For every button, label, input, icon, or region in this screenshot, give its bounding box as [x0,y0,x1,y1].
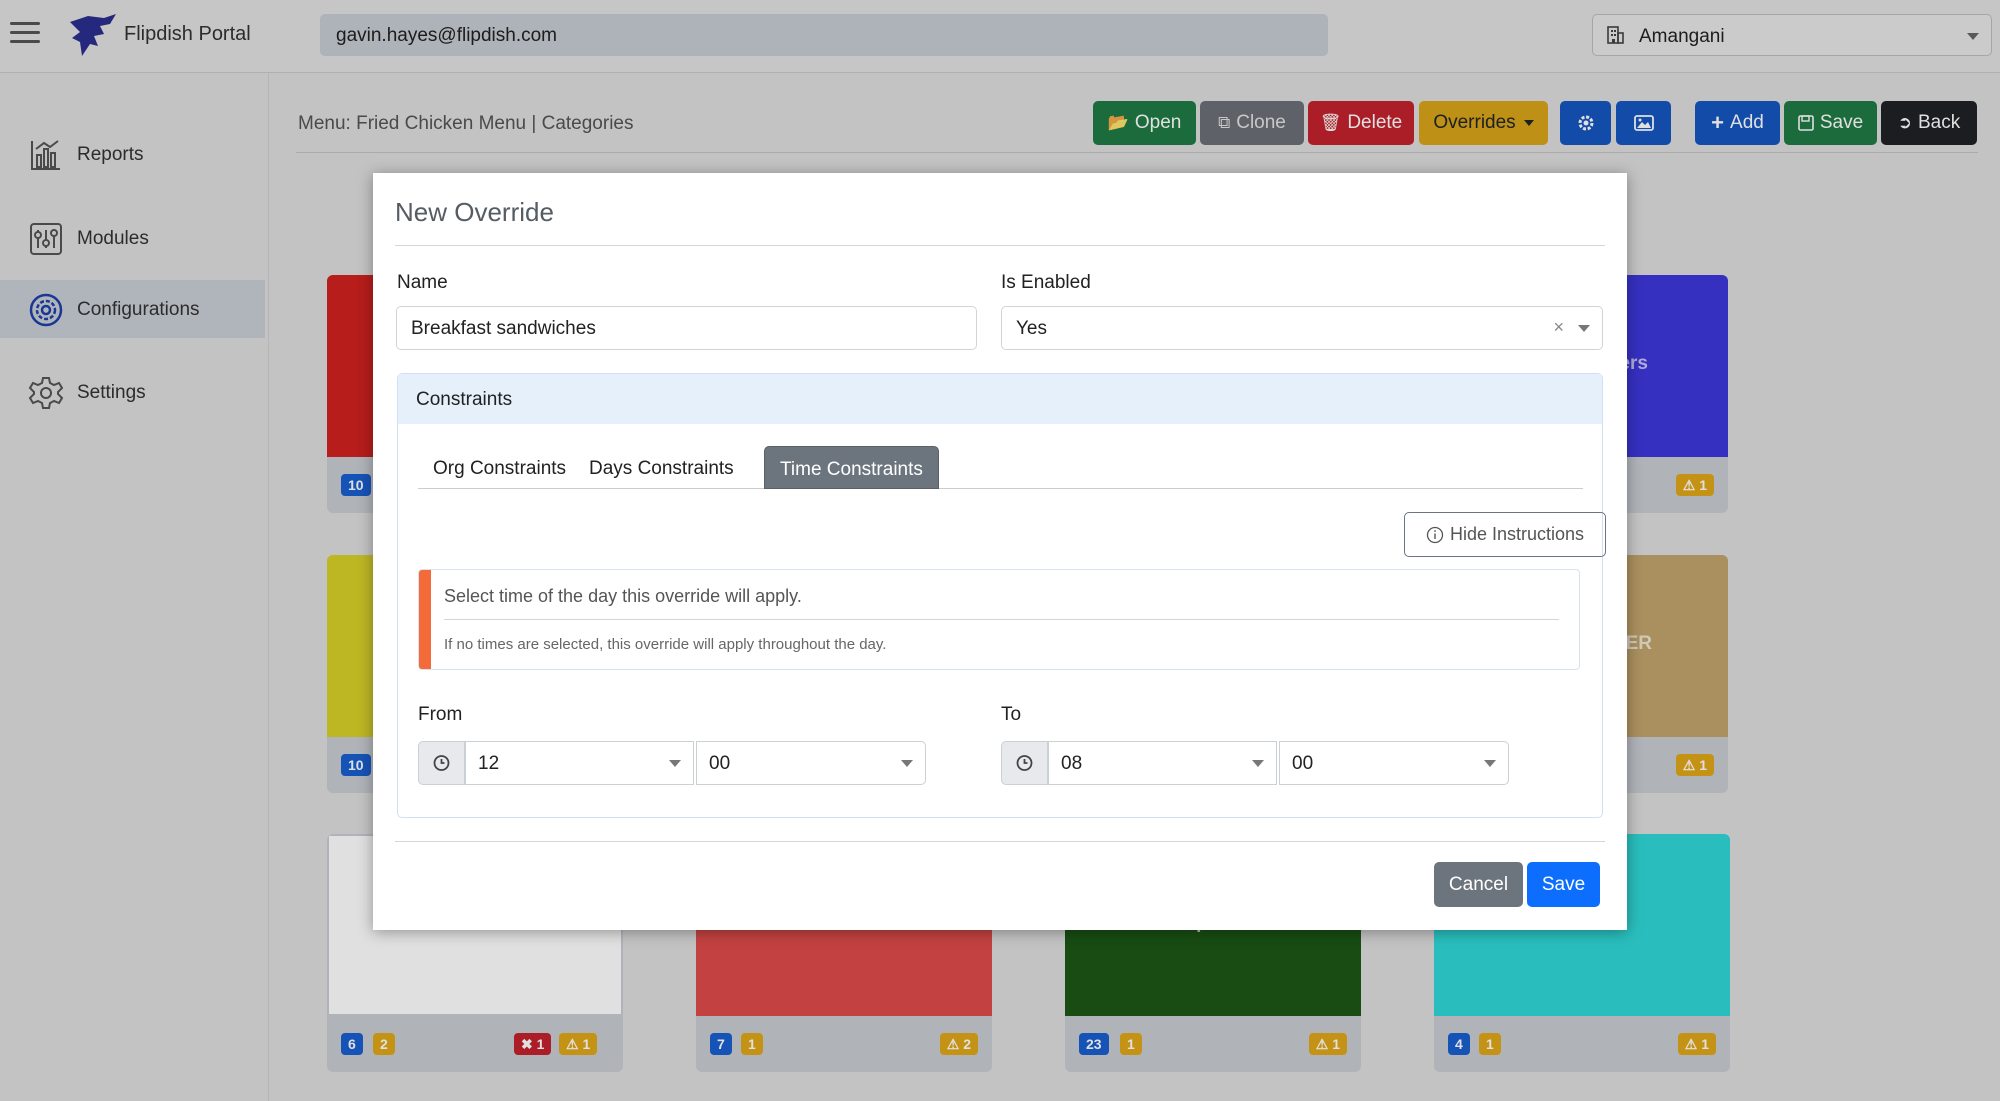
modal-footer-divider [395,841,1605,842]
from-label: From [418,704,463,725]
instructions-accent [419,570,431,669]
clock-icon [1001,741,1048,785]
cancel-button[interactable]: Cancel [1434,862,1523,907]
to-minute-value: 00 [1292,753,1314,774]
instruction-sub: If no times are selected, this override … [444,636,887,653]
instruction-main: Select time of the day this override wil… [444,586,802,606]
from-minute-select[interactable]: 00 [696,741,926,785]
instruction-divider [444,619,1559,620]
clear-icon[interactable]: × [1553,317,1564,338]
chevron-down-icon [901,760,913,767]
is-enabled-label: Is Enabled [1001,272,1091,293]
new-override-modal: New Override Name Breakfast sandwiches I… [373,173,1627,930]
modal-title: New Override [395,197,554,227]
is-enabled-value: Yes [1016,318,1047,339]
name-label: Name [397,272,448,293]
name-input[interactable]: Breakfast sandwiches [396,306,977,350]
name-value: Breakfast sandwiches [411,318,596,339]
hide-instructions-label: Hide Instructions [1449,524,1585,544]
clock-icon [418,741,465,785]
is-enabled-select[interactable]: Yes × [1001,306,1603,350]
chevron-down-icon [1578,325,1590,332]
tab-org-constraints[interactable]: Org Constraints [418,446,581,489]
from-hour-select[interactable]: 12 [465,741,694,785]
tab-days-constraints[interactable]: Days Constraints [574,446,749,489]
modal-save-button[interactable]: Save [1527,862,1600,907]
chevron-down-icon [1252,760,1264,767]
modal-header-divider [395,245,1605,246]
instructions-box: Select time of the day this override wil… [418,569,1580,670]
hide-instructions-button[interactable]: Hide Instructions [1404,512,1606,557]
chevron-down-icon [669,760,681,767]
constraints-title: Constraints [416,389,513,410]
chevron-down-icon [1484,760,1496,767]
to-label: To [1001,704,1022,725]
from-hour-value: 12 [478,753,500,774]
tab-time-constraints[interactable]: Time Constraints [764,446,939,489]
constraints-panel: Constraints Org Constraints Days Constra… [397,373,1606,818]
info-icon [1426,526,1444,543]
from-minute-value: 00 [709,753,731,774]
to-hour-select[interactable]: 08 [1048,741,1277,785]
constraints-header: Constraints [398,374,1602,424]
to-minute-select[interactable]: 00 [1279,741,1509,785]
to-hour-value: 08 [1061,753,1083,774]
